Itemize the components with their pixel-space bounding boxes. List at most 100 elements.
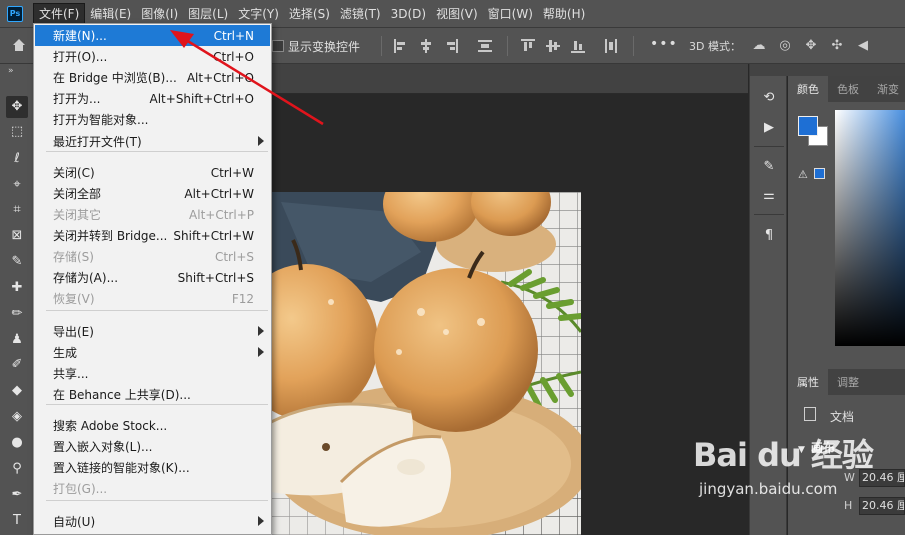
- tab-properties[interactable]: 属性: [788, 369, 828, 395]
- menu-item-label: 关闭(C): [53, 166, 95, 180]
- align-right-icon[interactable]: [444, 39, 458, 53]
- menu-item-shortcut: Alt+Ctrl+P: [189, 207, 254, 222]
- menu-layer[interactable]: 图层(L): [183, 3, 233, 25]
- menu-file[interactable]: 文件(F): [33, 2, 86, 25]
- file-menu-item[interactable]: 生成: [35, 342, 270, 363]
- menu-item-label: 导出(E): [53, 325, 94, 339]
- tab-color[interactable]: 颜色: [788, 76, 828, 102]
- menu-filter[interactable]: 滤镜(T): [335, 3, 386, 25]
- menu-item-label: 新建(N)...: [53, 29, 107, 43]
- menu-item-shortcut: Alt+Ctrl+O: [186, 70, 254, 85]
- file-menu-item[interactable]: 在 Bridge 中浏览(B)... Alt+Ctrl+O: [35, 67, 270, 88]
- lasso-tool-icon[interactable]: ℓ: [9, 151, 25, 167]
- menu-item-label: 存储为(A)...: [53, 271, 119, 285]
- distribute-vertical-icon[interactable]: [604, 39, 618, 53]
- options-divider: [507, 36, 508, 56]
- file-menu-item[interactable]: 打开为智能对象...: [35, 109, 270, 130]
- file-menu-item[interactable]: 新建(N)... Ctrl+N: [35, 25, 270, 46]
- 3d-orbit-icon[interactable]: ☁: [751, 38, 767, 54]
- show-transform-checkbox[interactable]: [272, 40, 284, 52]
- file-menu-item[interactable]: 置入嵌入对象(L)...: [35, 436, 270, 457]
- menu-item-label: 最近打开文件(T): [53, 135, 142, 149]
- paragraph-icon[interactable]: ¶: [761, 228, 777, 244]
- canvas-height-field[interactable]: 20.46 厘米: [859, 497, 905, 515]
- stamp-tool-icon[interactable]: ♟: [9, 332, 25, 348]
- menu-help[interactable]: 帮助(H): [538, 3, 590, 25]
- menu-window[interactable]: 窗口(W): [483, 3, 538, 25]
- file-menu-item[interactable]: 在 Behance 上共享(D)...: [35, 384, 270, 405]
- eraser-tool-icon[interactable]: ◆: [9, 383, 25, 399]
- collapse-bar[interactable]: [750, 64, 788, 76]
- align-center-icon[interactable]: [419, 39, 433, 53]
- collapse-arrows-icon[interactable]: »: [8, 66, 14, 76]
- file-menu-item: 打包(G)...: [35, 478, 270, 499]
- history-panel-icon[interactable]: ⟲: [761, 90, 777, 106]
- more-options-icon[interactable]: •••: [650, 36, 678, 52]
- brush-tool-icon[interactable]: ✏: [9, 306, 25, 322]
- file-menu-item[interactable]: 打开(O)... Ctrl+O: [35, 46, 270, 67]
- dodge-tool-icon[interactable]: ⚲: [9, 461, 25, 477]
- file-menu-item[interactable]: 关闭(C) Ctrl+W: [35, 162, 270, 183]
- paint-bucket-tool-icon[interactable]: ◈: [9, 409, 25, 425]
- tab-swatches[interactable]: 色板: [828, 76, 868, 102]
- file-menu-item[interactable]: 关闭并转到 Bridge... Shift+Ctrl+W: [35, 225, 270, 246]
- healing-tool-icon[interactable]: ✚: [9, 280, 25, 296]
- crop-tool-icon[interactable]: ⌗: [9, 202, 25, 218]
- color-picker-field[interactable]: [835, 110, 905, 346]
- align-bottom-icon[interactable]: [571, 39, 585, 53]
- menu-item-label: 共享...: [53, 367, 89, 381]
- menu-select[interactable]: 选择(S): [284, 3, 335, 25]
- 3d-roll-icon[interactable]: ◎: [777, 38, 793, 54]
- move-tool-icon[interactable]: ✥: [6, 96, 28, 118]
- distribute-icon[interactable]: [478, 39, 492, 53]
- file-menu-item[interactable]: 搜索 Adobe Stock...: [35, 415, 270, 436]
- home-icon[interactable]: [12, 38, 26, 52]
- brush-settings-icon[interactable]: ✎: [761, 159, 777, 175]
- collapse-bar[interactable]: [788, 64, 905, 76]
- show-transform-label: 显示变换控件: [288, 40, 361, 54]
- file-menu-item[interactable]: 导出(E): [35, 321, 270, 342]
- panel-divider: [754, 214, 784, 215]
- menu-item-label: 打包(G)...: [53, 482, 108, 496]
- options-divider: [381, 36, 382, 56]
- menu-image[interactable]: 图像(I): [136, 3, 183, 25]
- menu-item-shortcut: F12: [231, 291, 254, 306]
- type-tool-icon[interactable]: T: [9, 513, 25, 529]
- menu-view[interactable]: 视图(V): [431, 3, 483, 25]
- file-menu-item[interactable]: 最近打开文件(T): [35, 131, 270, 152]
- 3d-slide-icon[interactable]: ✣: [829, 38, 845, 54]
- align-left-icon[interactable]: [394, 39, 408, 53]
- document-canvas[interactable]: [271, 192, 581, 535]
- file-menu-item: 恢复(V) F12: [35, 288, 270, 309]
- menu-type[interactable]: 文字(Y): [233, 3, 284, 25]
- file-menu-item: 存储(S) Ctrl+S: [35, 246, 270, 267]
- quick-select-tool-icon[interactable]: ⌖: [9, 177, 25, 193]
- eyedropper-tool-icon[interactable]: ✎: [9, 254, 25, 270]
- file-menu-item[interactable]: 自动(U): [35, 511, 270, 532]
- blur-tool-icon[interactable]: ●: [9, 435, 25, 451]
- history-brush-tool-icon[interactable]: ✐: [9, 357, 25, 373]
- menu-separator: [46, 404, 268, 405]
- file-menu-item[interactable]: 关闭全部 Alt+Ctrl+W: [35, 183, 270, 204]
- align-middle-icon[interactable]: [546, 39, 560, 53]
- marquee-tool-icon[interactable]: ⬚: [9, 124, 25, 140]
- tab-gradient[interactable]: 渐变: [868, 76, 905, 102]
- file-menu-item[interactable]: 置入链接的智能对象(K)...: [35, 457, 270, 478]
- file-menu-item[interactable]: 共享...: [35, 363, 270, 384]
- tab-adjustments[interactable]: 调整: [828, 369, 868, 395]
- 3d-camera-icon[interactable]: ◀: [855, 38, 871, 54]
- menu-separator: [46, 310, 268, 311]
- pen-tool-icon[interactable]: ✒: [9, 487, 25, 503]
- file-menu-item[interactable]: 存储为(A)... Shift+Ctrl+S: [35, 267, 270, 288]
- file-menu-item[interactable]: 打开为... Alt+Shift+Ctrl+O: [35, 88, 270, 109]
- web-safe-swatch[interactable]: [814, 168, 825, 179]
- properties-doc-label: 文档: [830, 410, 855, 424]
- adjust-sliders-icon[interactable]: ⚌: [761, 188, 777, 204]
- menu-edit[interactable]: 编辑(E): [85, 3, 136, 25]
- menu-3d[interactable]: 3D(D): [386, 3, 431, 25]
- align-top-icon[interactable]: [521, 39, 535, 53]
- frame-tool-icon[interactable]: ⊠: [9, 228, 25, 244]
- foreground-color-swatch[interactable]: [798, 116, 818, 136]
- actions-play-icon[interactable]: ▶: [761, 120, 777, 136]
- 3d-pan-icon[interactable]: ✥: [803, 38, 819, 54]
